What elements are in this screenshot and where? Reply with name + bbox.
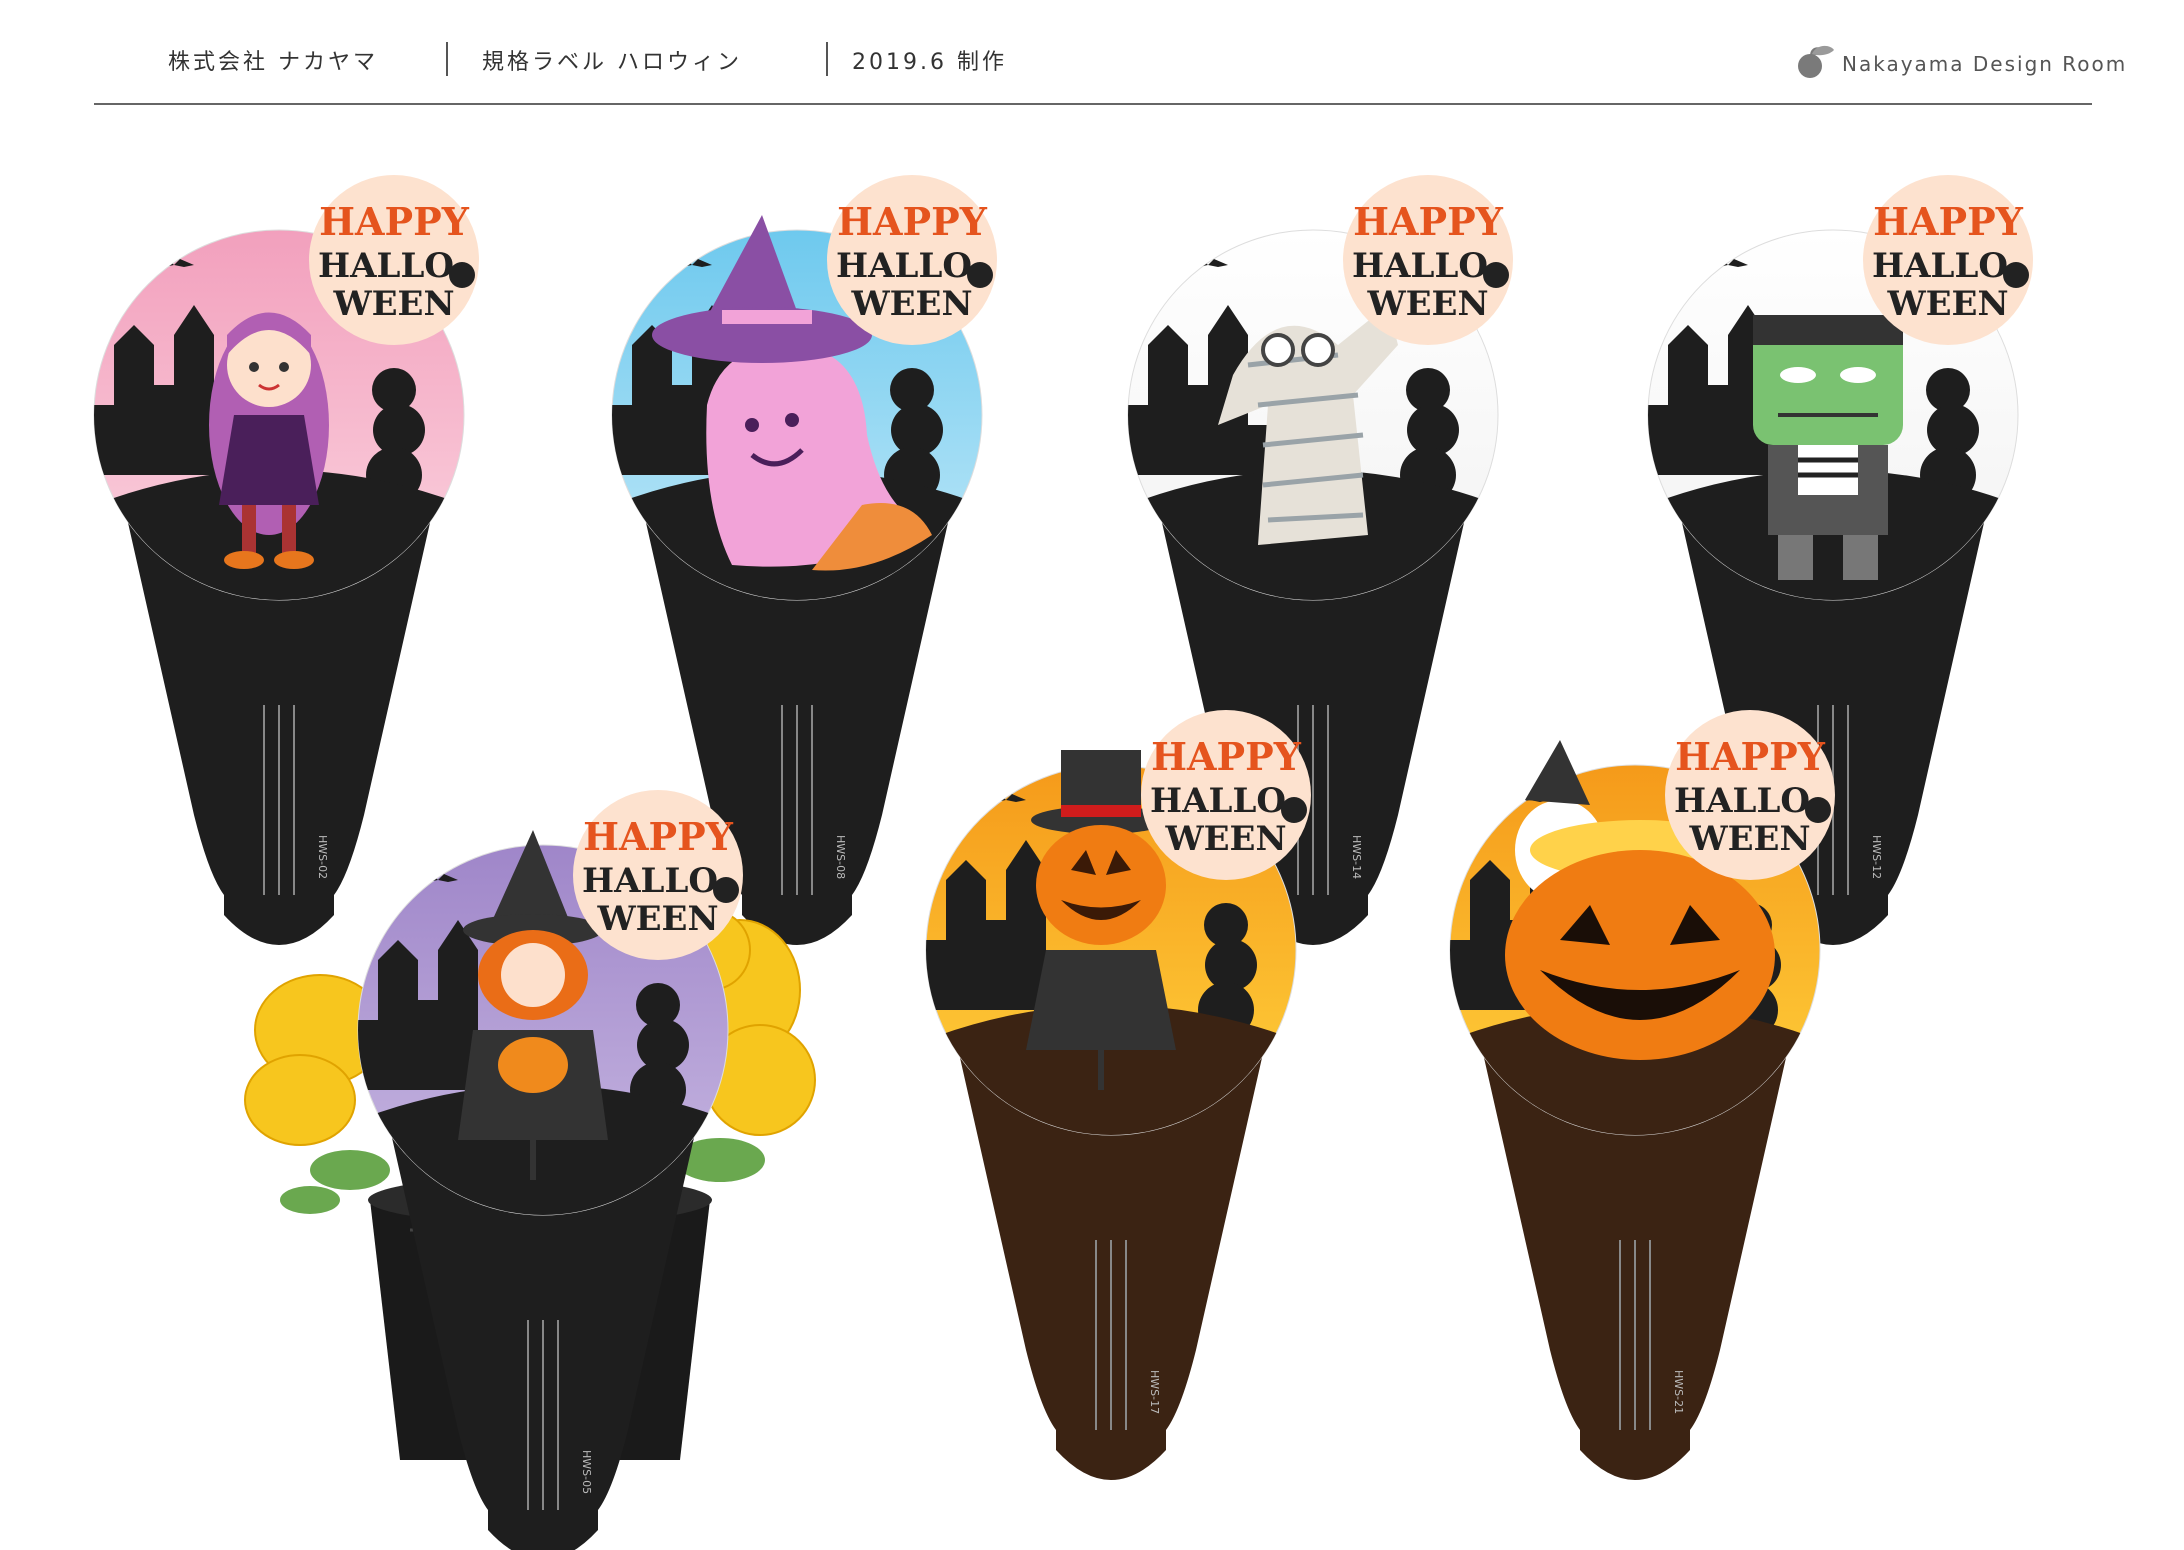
badge-line2: HALLO	[1352, 246, 1488, 286]
badge-line1: HAPPY	[1151, 734, 1302, 779]
badge-line1: HAPPY	[1873, 199, 2024, 244]
company-name: 株式会社 ナカヤマ	[168, 50, 378, 75]
badge-line1: HAPPY	[1353, 199, 1504, 244]
badge-line2: HALLO	[1674, 781, 1810, 821]
happy-halloween-badge: HAPPY HALLO WEEN	[1863, 175, 2033, 345]
black-cat-icon	[1483, 262, 1509, 288]
production-date: 2019.6 制作	[852, 50, 1007, 75]
document-title: 規格ラベル ハロウィン	[482, 50, 742, 75]
label-card: HWS-21 HAPPY HALLO WEEN	[1449, 710, 1870, 1480]
label-code: HWS-08	[834, 835, 847, 879]
happy-halloween-badge: HAPPY HALLO WEEN	[1343, 175, 1513, 345]
badge-line2: HALLO	[582, 861, 718, 901]
black-cat-icon	[2003, 262, 2029, 288]
badge-line2: HALLO	[318, 246, 454, 286]
happy-halloween-badge: HAPPY HALLO WEEN	[827, 175, 997, 345]
happy-halloween-badge: HAPPY HALLO WEEN	[309, 175, 479, 345]
badge-line1: HAPPY	[1675, 734, 1826, 779]
label-code: HWS-14	[1350, 835, 1363, 879]
badge-line3: WEEN	[1688, 819, 1810, 859]
happy-halloween-badge: HAPPY HALLO WEEN	[1665, 710, 1835, 880]
black-cat-icon	[1805, 797, 1831, 823]
sprout-icon	[1798, 45, 1834, 78]
badge-line2: HALLO	[1872, 246, 2008, 286]
label-code: HWS-12	[1870, 835, 1883, 879]
header-rule	[94, 103, 2092, 105]
page-header: 株式会社 ナカヤマ 規格ラベル ハロウィン 2019.6 制作 Nakayama…	[0, 0, 2184, 110]
badge-line3: WEEN	[1366, 284, 1488, 324]
black-cat-icon	[713, 877, 739, 903]
badge-line3: WEEN	[1164, 819, 1286, 859]
badge-line3: WEEN	[596, 899, 718, 939]
brand-name: Nakayama Design Room	[1842, 52, 2128, 76]
black-cat-icon	[449, 262, 475, 288]
badge-line1: HAPPY	[837, 199, 988, 244]
badge-line3: WEEN	[1886, 284, 2008, 324]
happy-halloween-badge: HAPPY HALLO WEEN	[1141, 710, 1311, 880]
badge-line3: WEEN	[332, 284, 454, 324]
black-cat-icon	[967, 262, 993, 288]
label-card: HWS-05 HAPPY HALLO WEEN	[357, 790, 778, 1550]
black-cat-icon	[1281, 797, 1307, 823]
badge-line2: HALLO	[836, 246, 972, 286]
badge-line1: HAPPY	[319, 199, 470, 244]
header-divider	[826, 42, 828, 76]
header-divider	[446, 42, 448, 76]
badge-line2: HALLO	[1150, 781, 1286, 821]
label-code: HWS-21	[1672, 1370, 1685, 1414]
label-code: HWS-17	[1148, 1370, 1161, 1414]
happy-halloween-badge: HAPPY HALLO WEEN	[573, 790, 743, 960]
label-card: HWS-17 HAPPY HALLO WEEN	[925, 710, 1346, 1480]
badge-line3: WEEN	[850, 284, 972, 324]
badge-line1: HAPPY	[583, 814, 734, 859]
label-code: HWS-05	[580, 1450, 593, 1494]
